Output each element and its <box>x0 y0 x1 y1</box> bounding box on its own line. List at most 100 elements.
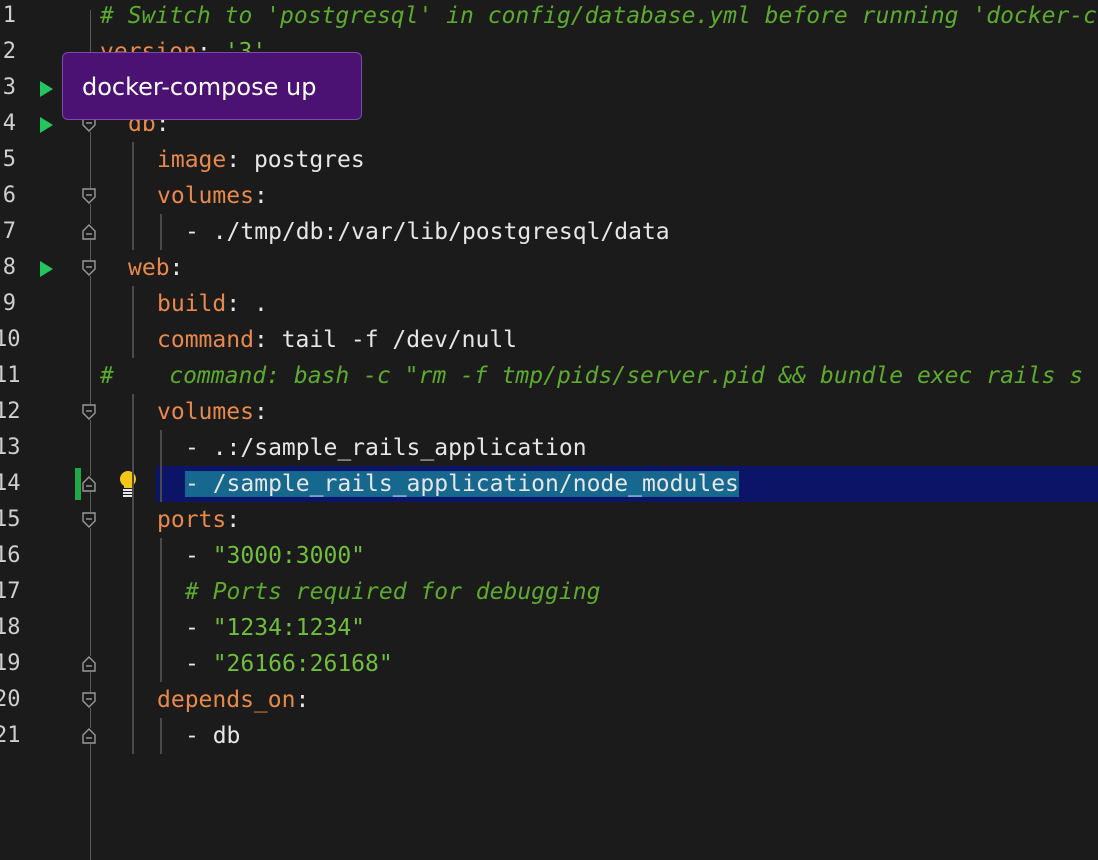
code-line[interactable]: 15 ports: <box>0 502 1098 538</box>
run-gutter-icon[interactable] <box>40 261 53 277</box>
code-token: : postgres <box>226 147 365 173</box>
indent-guide <box>160 466 162 502</box>
code-token: : <box>253 399 268 425</box>
code-text[interactable]: - /sample_rails_application/node_modules <box>185 466 739 502</box>
code-token: depends_on <box>157 687 296 713</box>
fold-start-icon[interactable] <box>82 692 96 708</box>
indent-guide <box>132 286 134 322</box>
fold-start-icon[interactable] <box>82 260 96 276</box>
indent-guide <box>132 502 134 538</box>
code-line[interactable]: 17 # Ports required for debugging <box>0 574 1098 610</box>
indent-guide <box>160 574 162 610</box>
code-text[interactable]: - "1234:1234" <box>185 610 365 646</box>
code-token: volumes <box>157 399 254 425</box>
vcs-change-marker[interactable] <box>75 468 81 500</box>
code-text[interactable]: - "3000:3000" <box>185 538 365 574</box>
line-number: 19 <box>0 651 21 676</box>
code-line[interactable]: 21 - db <box>0 718 1098 754</box>
line-number: 2 <box>2 39 16 64</box>
indent-guide <box>160 610 162 646</box>
run-tooltip: docker-compose up <box>62 52 362 120</box>
fold-start-icon[interactable] <box>82 404 96 420</box>
code-token: image <box>157 147 227 173</box>
code-token: build <box>157 291 227 317</box>
code-token: : <box>226 507 241 533</box>
code-line[interactable]: 6 volumes: <box>0 178 1098 214</box>
line-number: 1 <box>2 3 16 28</box>
indent-guide <box>132 430 134 466</box>
indent-guide <box>160 646 162 682</box>
code-token: : tail -f /dev/null <box>253 327 518 353</box>
code-text[interactable]: - .:/sample_rails_application <box>185 430 587 466</box>
code-text[interactable]: depends_on: <box>157 682 309 718</box>
line-number: 4 <box>2 111 16 136</box>
code-line[interactable]: 16 - "3000:3000" <box>0 538 1098 574</box>
line-number: 16 <box>0 543 21 568</box>
line-number: 18 <box>0 615 21 640</box>
code-line[interactable]: 9 build: . <box>0 286 1098 322</box>
run-tooltip-label: docker-compose up <box>82 73 317 101</box>
indent-guide <box>132 538 134 574</box>
fold-start-icon[interactable] <box>82 512 96 528</box>
code-token: - ./tmp/db:/var/lib/postgresql/data <box>185 219 670 245</box>
run-gutter-icon[interactable] <box>40 117 53 133</box>
code-token: - .:/sample_rails_application <box>185 435 587 461</box>
code-token: # Ports required for debugging <box>185 579 601 605</box>
code-text[interactable]: volumes: <box>157 178 268 214</box>
code-token: "26166:26168" <box>212 651 393 677</box>
code-line[interactable]: 19 - "26166:26168" <box>0 646 1098 682</box>
code-line[interactable]: 12 volumes: <box>0 394 1098 430</box>
code-text[interactable]: web: <box>128 250 183 286</box>
code-token: # command: bash -c "rm -f tmp/pids/serve… <box>100 363 1084 389</box>
line-number: 21 <box>0 723 21 748</box>
indent-guide <box>160 430 162 466</box>
code-token: # Switch to 'postgresql' in config/datab… <box>100 3 1097 29</box>
code-token: : <box>253 183 268 209</box>
code-token: - <box>185 543 213 569</box>
code-token: volumes <box>157 183 254 209</box>
intention-bulb-icon[interactable] <box>117 470 139 498</box>
code-token: - db <box>185 723 241 749</box>
indent-guide <box>132 178 134 214</box>
code-token: : <box>169 255 184 281</box>
code-text[interactable]: - "26166:26168" <box>185 646 393 682</box>
code-text[interactable]: build: . <box>157 286 268 322</box>
code-text[interactable]: # Switch to 'postgresql' in config/datab… <box>100 0 1097 34</box>
fold-end-icon[interactable] <box>82 656 96 672</box>
code-line[interactable]: 7 - ./tmp/db:/var/lib/postgresql/data <box>0 214 1098 250</box>
code-text[interactable]: # command: bash -c "rm -f tmp/pids/serve… <box>100 358 1083 394</box>
indent-guide <box>160 538 162 574</box>
fold-end-icon[interactable] <box>82 476 96 492</box>
code-editor[interactable]: 1 # Switch to 'postgresql' in config/data… <box>0 0 1098 860</box>
line-number: 15 <box>0 507 21 532</box>
code-text[interactable]: command: tail -f /dev/null <box>157 322 517 358</box>
code-line[interactable]: 11 # command: bash -c "rm -f tmp/pids/ser… <box>0 358 1098 394</box>
code-text[interactable]: image: postgres <box>157 142 365 178</box>
fold-start-icon[interactable] <box>82 188 96 204</box>
code-token: : . <box>226 291 268 317</box>
code-line[interactable]: 5 image: postgres <box>0 142 1098 178</box>
code-line[interactable]: 10 command: tail -f /dev/null <box>0 322 1098 358</box>
run-gutter-icon[interactable] <box>40 81 53 97</box>
code-line[interactable]: 20 depends_on: <box>0 682 1098 718</box>
line-number: 8 <box>2 255 16 280</box>
code-line[interactable]: 1 # Switch to 'postgresql' in config/data… <box>0 0 1098 34</box>
code-text[interactable]: volumes: <box>157 394 268 430</box>
indent-guide <box>132 682 134 718</box>
code-text[interactable]: - ./tmp/db:/var/lib/postgresql/data <box>185 214 670 250</box>
indent-guide <box>160 718 162 754</box>
code-text[interactable]: # Ports required for debugging <box>185 574 600 610</box>
code-token: : <box>295 687 310 713</box>
code-text[interactable]: ports: <box>157 502 240 538</box>
indent-guide <box>132 466 134 502</box>
code-line[interactable]: 13 - .:/sample_rails_application <box>0 430 1098 466</box>
fold-end-icon[interactable] <box>82 224 96 240</box>
code-line[interactable]: 8 web: <box>0 250 1098 286</box>
code-token: - /sample_rails_application/node_modules <box>185 471 739 497</box>
code-text[interactable]: - db <box>185 718 240 754</box>
code-line[interactable]: 18 - "1234:1234" <box>0 610 1098 646</box>
code-line[interactable]: 14 - /sample_rails_application/node_modul… <box>0 466 1098 502</box>
code-token: web <box>128 255 170 281</box>
fold-end-icon[interactable] <box>82 728 96 744</box>
line-number: 17 <box>0 579 21 604</box>
